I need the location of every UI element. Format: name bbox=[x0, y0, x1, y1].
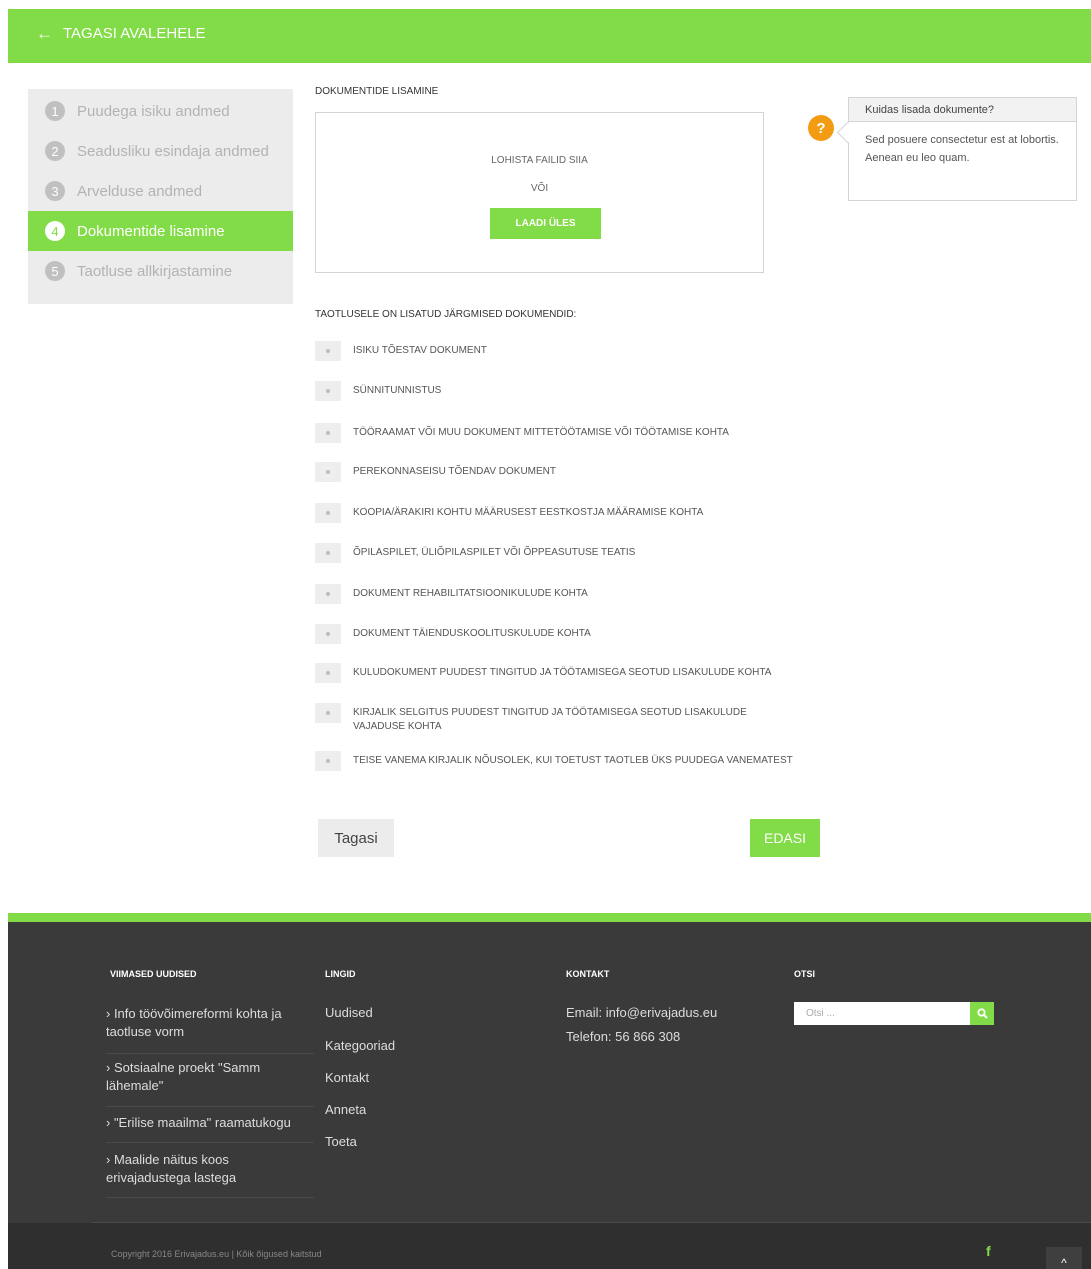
or-text: VÕI bbox=[530, 183, 549, 194]
document-item[interactable]: ÕPILASPILET, ÜLIÕPILASPILET VÕI ÕPPEASUT… bbox=[315, 543, 835, 563]
step-label: Arvelduse andmed bbox=[77, 182, 203, 200]
step-number: 1 bbox=[45, 101, 65, 121]
upload-section-title: DOKUMENTIDE LISAMINE bbox=[315, 86, 439, 97]
scroll-to-top-button[interactable]: ^ bbox=[1046, 1247, 1082, 1269]
file-dropzone[interactable]: LOHISTA FAILID SIIA VÕI LAADI ÜLES bbox=[315, 112, 764, 273]
back-to-home-link[interactable]: ← TAGASI AVALEHELE bbox=[36, 25, 206, 42]
question-icon[interactable]: ? bbox=[808, 115, 834, 141]
document-item[interactable]: KOOPIA/ÄRAKIRI KOHTU MÄÄRUSEST EESTKOSTJ… bbox=[315, 503, 835, 523]
footer-link-toeta[interactable]: Toeta bbox=[325, 1134, 357, 1149]
step-item-2[interactable]: 2 Seadusliku esindaja andmed bbox=[28, 131, 293, 171]
document-label: KIRJALIK SELGITUS PUUDEST TINGITUD JA TÖ… bbox=[353, 707, 747, 732]
step-label: Dokumentide lisamine bbox=[77, 222, 225, 240]
document-item[interactable]: ISIKU TÕESTAV DOKUMENT bbox=[315, 341, 835, 361]
help-title: Kuidas lisada dokumente? bbox=[849, 98, 1076, 122]
search-heading: OTSI bbox=[794, 969, 816, 979]
step-number: 4 bbox=[45, 221, 65, 241]
document-label: SÜNNITUNNISTUS bbox=[353, 385, 442, 396]
contact-email[interactable]: Email: info@erivajadus.eu bbox=[566, 1005, 717, 1020]
document-checkbox[interactable] bbox=[315, 341, 341, 361]
step-label: Puudega isiku andmed bbox=[77, 102, 230, 120]
document-item[interactable]: PEREKONNASEISU TÕENDAV DOKUMENT bbox=[315, 462, 835, 482]
help-tooltip: Kuidas lisada dokumente? Sed posuere con… bbox=[848, 97, 1077, 201]
back-to-home-label: TAGASI AVALEHELE bbox=[63, 25, 206, 42]
document-label: TÖÖRAAMAT VÕI MUU DOKUMENT MITTETÖÖTAMIS… bbox=[353, 427, 729, 438]
document-checkbox[interactable] bbox=[315, 381, 341, 401]
document-label: ISIKU TÕESTAV DOKUMENT bbox=[353, 345, 487, 356]
document-checkbox[interactable] bbox=[315, 423, 341, 443]
copyright-text: Copyright 2016 Erivajadus.eu | Kõik õigu… bbox=[111, 1249, 322, 1259]
documents-list-title: TAOTLUSELE ON LISATUD JÄRGMISED DOKUMEND… bbox=[315, 309, 577, 320]
chevron-up-icon: ^ bbox=[1061, 1255, 1067, 1269]
document-item[interactable]: TÖÖRAAMAT VÕI MUU DOKUMENT MITTETÖÖTAMIS… bbox=[315, 423, 835, 443]
news-link[interactable]: › Maalide näitus koos erivajadustega las… bbox=[106, 1151, 314, 1187]
document-item[interactable]: KIRJALIK SELGITUS PUUDEST TINGITUD JA TÖ… bbox=[315, 703, 785, 734]
document-checkbox[interactable] bbox=[315, 503, 341, 523]
arrow-left-icon: ← bbox=[36, 24, 53, 43]
news-link[interactable]: › Info töövõimereformi kohta ja taotluse… bbox=[106, 1005, 314, 1041]
document-checkbox[interactable] bbox=[315, 543, 341, 563]
document-checkbox[interactable] bbox=[315, 624, 341, 644]
search-button[interactable] bbox=[970, 1002, 994, 1025]
divider bbox=[106, 1053, 314, 1054]
step-number: 5 bbox=[45, 261, 65, 281]
step-item-4[interactable]: 4 Dokumentide lisamine bbox=[28, 211, 293, 251]
document-item[interactable]: TEISE VANEMA KIRJALIK NÕUSOLEK, KUI TOET… bbox=[315, 751, 855, 771]
news-heading: VIIMASED UUDISED bbox=[110, 969, 197, 979]
search-input[interactable] bbox=[794, 1002, 970, 1025]
step-number: 3 bbox=[45, 181, 65, 201]
search-form bbox=[794, 1002, 1002, 1025]
footer-link-kontakt[interactable]: Kontakt bbox=[325, 1070, 369, 1085]
footer-link-anneta[interactable]: Anneta bbox=[325, 1102, 366, 1117]
next-button[interactable]: EDASI bbox=[750, 819, 820, 857]
document-checkbox[interactable] bbox=[315, 703, 341, 723]
footer-link-uudised[interactable]: Uudised bbox=[325, 1005, 373, 1020]
divider bbox=[106, 1197, 314, 1198]
contact-heading: KONTAKT bbox=[566, 969, 610, 979]
document-label: ÕPILASPILET, ÜLIÕPILASPILET VÕI ÕPPEASUT… bbox=[353, 547, 636, 558]
document-checkbox[interactable] bbox=[315, 584, 341, 604]
links-heading: LINGID bbox=[325, 969, 356, 979]
step-item-1[interactable]: 1 Puudega isiku andmed bbox=[28, 91, 293, 131]
document-checkbox[interactable] bbox=[315, 462, 341, 482]
step-number: 2 bbox=[45, 141, 65, 161]
footer-link-kategooriad[interactable]: Kategooriad bbox=[325, 1038, 395, 1053]
step-item-3[interactable]: 3 Arvelduse andmed bbox=[28, 171, 293, 211]
document-label: DOKUMENT TÄIENDUSKOOLITUSKULUDE KOHTA bbox=[353, 628, 591, 639]
document-checkbox[interactable] bbox=[315, 663, 341, 683]
document-item[interactable]: SÜNNITUNNISTUS bbox=[315, 381, 835, 401]
document-label: KULUDOKUMENT PUUDEST TINGITUD JA TÖÖTAMI… bbox=[353, 667, 772, 678]
upload-button[interactable]: LAADI ÜLES bbox=[490, 208, 601, 239]
steps-sidebar: 1 Puudega isiku andmed 2 Seadusliku esin… bbox=[28, 89, 293, 304]
drop-files-text: LOHISTA FAILID SIIA bbox=[491, 155, 588, 166]
document-item[interactable]: DOKUMENT TÄIENDUSKOOLITUSKULUDE KOHTA bbox=[315, 624, 835, 644]
search-icon bbox=[976, 1008, 988, 1019]
news-link[interactable]: › "Erilise maailma" raamatukogu bbox=[106, 1114, 314, 1132]
step-item-5[interactable]: 5 Taotluse allkirjastamine bbox=[28, 251, 293, 291]
step-label: Taotluse allkirjastamine bbox=[77, 262, 233, 280]
news-link[interactable]: › Sotsiaalne proekt "Samm lähemale" bbox=[106, 1059, 314, 1095]
document-item[interactable]: DOKUMENT REHABILITATSIOONIKULUDE KOHTA bbox=[315, 584, 835, 604]
step-label: Seadusliku esindaja andmed bbox=[77, 142, 269, 160]
facebook-icon[interactable]: f bbox=[986, 1243, 991, 1259]
document-label: PEREKONNASEISU TÕENDAV DOKUMENT bbox=[353, 466, 556, 477]
document-item[interactable]: KULUDOKUMENT PUUDEST TINGITUD JA TÖÖTAMI… bbox=[315, 663, 835, 683]
footer-bottom-bar: Copyright 2016 Erivajadus.eu | Kõik õigu… bbox=[8, 1223, 1091, 1269]
divider bbox=[106, 1142, 314, 1143]
help-body: Sed posuere consectetur est at lobortis.… bbox=[865, 134, 1059, 164]
divider bbox=[106, 1106, 314, 1107]
document-label: TEISE VANEMA KIRJALIK NÕUSOLEK, KUI TOET… bbox=[353, 755, 793, 766]
footer: VIIMASED UUDISED › Info töövõimereformi … bbox=[8, 913, 1091, 1269]
document-label: DOKUMENT REHABILITATSIOONIKULUDE KOHTA bbox=[353, 588, 588, 599]
document-label: KOOPIA/ÄRAKIRI KOHTU MÄÄRUSEST EESTKOSTJ… bbox=[353, 507, 704, 518]
document-checkbox[interactable] bbox=[315, 751, 341, 771]
contact-phone: Telefon: 56 866 308 bbox=[566, 1029, 681, 1044]
back-button[interactable]: Tagasi bbox=[318, 819, 394, 857]
top-bar: ← TAGASI AVALEHELE bbox=[8, 9, 1091, 63]
